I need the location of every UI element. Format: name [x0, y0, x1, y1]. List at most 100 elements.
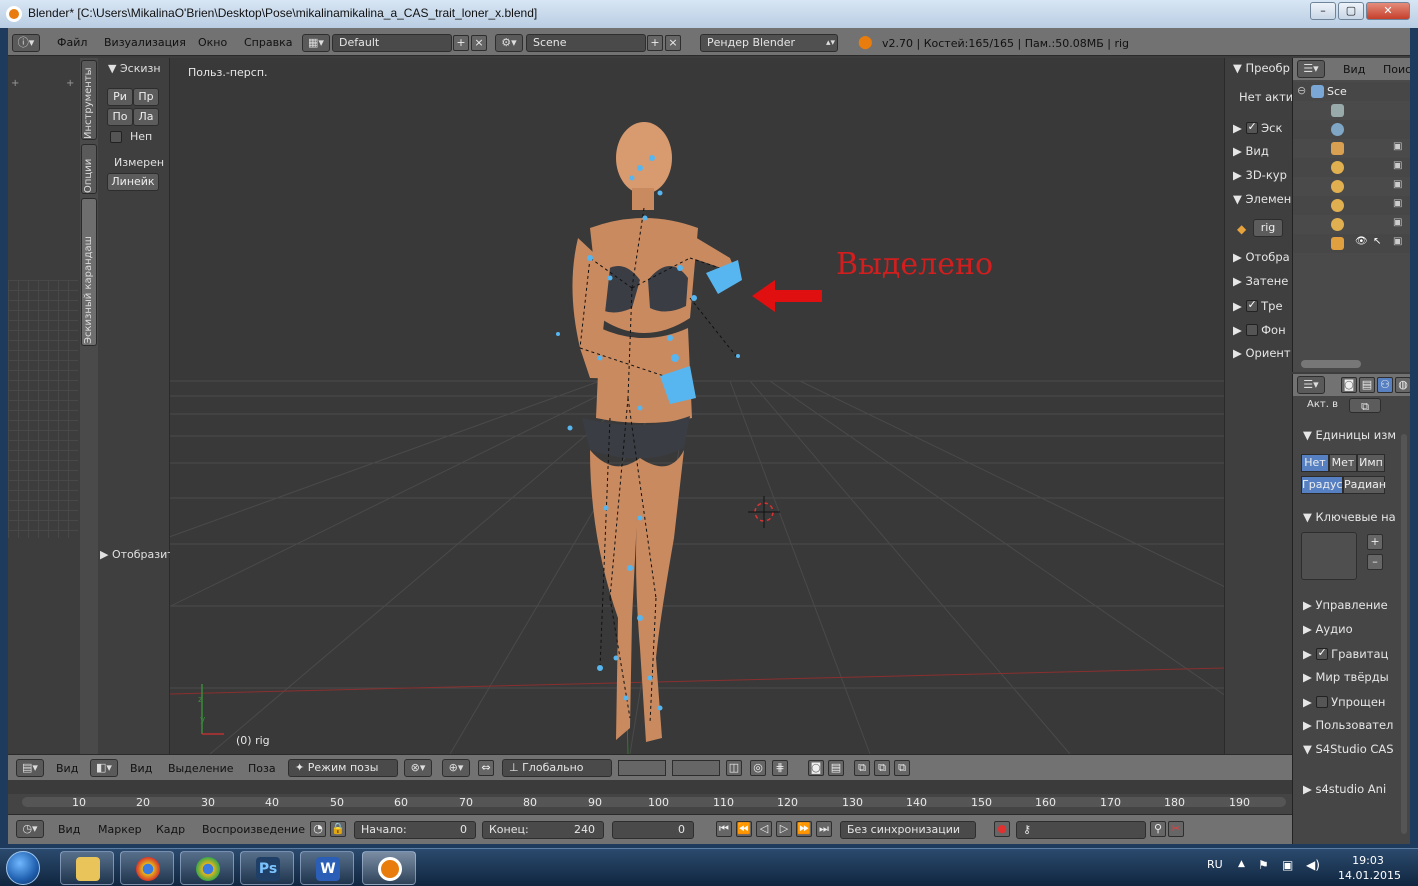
- outliner-lamp-row[interactable]: ▣: [1293, 196, 1410, 215]
- keying-sets-list[interactable]: [1301, 532, 1357, 580]
- editor-type-3dview-icon[interactable]: ▤▾: [16, 759, 44, 777]
- grease-pencil-panel-title[interactable]: ▼ Эскизн: [108, 62, 161, 75]
- add-screen-icon[interactable]: +: [453, 35, 469, 51]
- start-frame-field[interactable]: Начало: 0: [354, 821, 476, 839]
- display-panel[interactable]: ▶ Отобра: [1233, 250, 1290, 264]
- interaction-mode-select[interactable]: ✦ Режим позы: [288, 759, 398, 777]
- snap-icon[interactable]: ⋕: [772, 760, 788, 776]
- keying-sets-panel[interactable]: ▼ Ключевые на: [1303, 510, 1396, 524]
- s4studio-cas-panel[interactable]: ▼ S4Studio CAS: [1303, 742, 1394, 756]
- outliner-scene-row[interactable]: ⊖ Sce: [1293, 82, 1410, 101]
- remove-screen-icon[interactable]: ×: [471, 35, 487, 51]
- proportional-edit-icon[interactable]: ◎: [750, 760, 766, 776]
- timeline-area[interactable]: [8, 780, 1292, 794]
- editor-type-properties-icon[interactable]: ☰▾: [1297, 376, 1325, 394]
- render-toggle-icon[interactable]: ▣: [1393, 160, 1402, 171]
- menu-window[interactable]: Окно: [198, 36, 227, 49]
- color-management-panel[interactable]: ▶ Управление: [1303, 598, 1388, 612]
- minimize-button[interactable]: –: [1310, 2, 1336, 20]
- 3d-cursor-panel[interactable]: ▶ 3D-кур: [1233, 168, 1287, 182]
- play-icon[interactable]: ▷: [776, 821, 792, 837]
- units-none-button[interactable]: Нет: [1301, 454, 1329, 472]
- taskbar-app-photoshop[interactable]: Ps: [240, 851, 294, 885]
- erase-button[interactable]: Ла: [133, 108, 159, 126]
- radians-button[interactable]: Радиан: [1343, 476, 1386, 494]
- render-engine-select[interactable]: Рендер Blender: [700, 34, 838, 52]
- motion-tracking-panel[interactable]: ▶ Тре: [1233, 298, 1283, 313]
- end-frame-field[interactable]: Конец: 240: [482, 821, 604, 839]
- system-clock[interactable]: 19:03 14.01.2015: [1338, 853, 1401, 883]
- current-frame-field[interactable]: 0: [612, 821, 694, 839]
- shading-mode-icon[interactable]: ⊗▾: [404, 759, 432, 777]
- audio-panel[interactable]: ▶ Аудио: [1303, 622, 1353, 636]
- remove-scene-icon[interactable]: ×: [665, 35, 681, 51]
- render-toggle-icon[interactable]: ▣: [1393, 236, 1402, 247]
- editor-type-timeline-icon[interactable]: ◷▾: [16, 820, 44, 838]
- lock-range-icon[interactable]: 🔒: [330, 821, 346, 837]
- ruler-button[interactable]: Линейк: [107, 173, 159, 191]
- plus-icon[interactable]: +: [11, 78, 19, 89]
- start-button[interactable]: [6, 851, 40, 885]
- plus-icon[interactable]: +: [66, 78, 74, 89]
- transform-orientation-select[interactable]: ⊥ Глобально: [502, 759, 612, 777]
- menu-view[interactable]: Вид: [130, 762, 152, 775]
- render-toggle-icon[interactable]: ▣: [1393, 217, 1402, 228]
- units-imperial-button[interactable]: Имп: [1357, 454, 1385, 472]
- render-icon[interactable]: ◙: [808, 760, 824, 776]
- menu-render[interactable]: Визуализация: [104, 36, 186, 49]
- timeline-menu-view[interactable]: Вид: [58, 823, 80, 836]
- continuous-checkbox[interactable]: [110, 131, 122, 143]
- jump-end-icon[interactable]: ⏭: [816, 821, 832, 837]
- render-layers-tab-icon[interactable]: ▤: [1359, 377, 1375, 393]
- manipulator-icon[interactable]: ⇔: [478, 760, 494, 776]
- orientation-panel[interactable]: ▶ Ориент: [1233, 346, 1291, 360]
- paste-flipped-pose-icon[interactable]: ⧉: [894, 760, 910, 776]
- object-name-field[interactable]: rig: [1253, 219, 1283, 237]
- copy-pose-icon[interactable]: ⧉: [854, 760, 870, 776]
- character-figure[interactable]: [556, 122, 742, 742]
- close-button[interactable]: ✕: [1366, 2, 1410, 20]
- jump-keyframe-back-icon[interactable]: ⏪: [736, 821, 752, 837]
- cursor-select-icon[interactable]: ↖: [1373, 236, 1381, 247]
- editor-type-info-icon[interactable]: ⓘ▾: [12, 34, 40, 52]
- maximize-button[interactable]: ▢: [1338, 2, 1364, 20]
- insert-keyframe-icon[interactable]: ⚲: [1150, 821, 1166, 837]
- volume-icon[interactable]: ◀): [1306, 858, 1320, 872]
- menu-help[interactable]: Справка: [244, 36, 292, 49]
- layers-grid[interactable]: [672, 760, 720, 776]
- rigid-body-world-panel[interactable]: ▶ Мир твёрды: [1303, 670, 1389, 684]
- tab-tools[interactable]: Инструменты: [81, 60, 97, 140]
- keying-set-field[interactable]: ⚷: [1016, 821, 1146, 839]
- delete-keyframe-icon[interactable]: ✂: [1168, 821, 1184, 837]
- outliner-lamp-row[interactable]: ▣: [1293, 215, 1410, 234]
- editor-type-outliner-icon[interactable]: ☰▾: [1297, 60, 1325, 78]
- scene-icon[interactable]: ⚙▾: [495, 34, 523, 52]
- grease-pencil-panel[interactable]: ▶ Эск: [1233, 120, 1282, 135]
- editor-type-toggle-icon[interactable]: ◧▾: [90, 759, 118, 777]
- shading-panel[interactable]: ▶ Затене: [1233, 274, 1288, 288]
- scene-field[interactable]: Scene: [526, 34, 646, 52]
- outliner-search-menu[interactable]: Поис: [1383, 63, 1410, 76]
- add-keying-set-icon[interactable]: +: [1367, 534, 1383, 550]
- timeline[interactable]: 10 20 30 40 50 60 70 80 90 100 110 120 1…: [8, 780, 1292, 814]
- layers-grid[interactable]: [618, 760, 666, 776]
- s4studio-anim-panel[interactable]: ▶ s4studio Ani: [1303, 782, 1386, 796]
- record-icon[interactable]: ●: [994, 821, 1010, 837]
- line-button[interactable]: Пр: [133, 88, 159, 106]
- active-camera-field[interactable]: ⧉: [1349, 398, 1381, 413]
- taskbar-app-blender[interactable]: [362, 851, 416, 885]
- taskbar-app-chrome[interactable]: [120, 851, 174, 885]
- screen-layout-field[interactable]: Default: [332, 34, 452, 52]
- menu-view-left[interactable]: Вид: [56, 762, 78, 775]
- lock-layers-icon[interactable]: ◫: [726, 760, 742, 776]
- menu-pose[interactable]: Поза: [248, 762, 276, 775]
- remove-keying-set-icon[interactable]: –: [1367, 554, 1383, 570]
- render-toggle-icon[interactable]: ▣: [1393, 141, 1402, 152]
- tray-expand-icon[interactable]: ▲: [1238, 859, 1245, 869]
- pivot-point-icon[interactable]: ⊕▾: [442, 759, 470, 777]
- taskbar-app-word[interactable]: W: [300, 851, 354, 885]
- outliner-render-layers-row[interactable]: [1293, 101, 1410, 120]
- render-tab-icon[interactable]: ◙: [1341, 377, 1357, 393]
- paste-pose-icon[interactable]: ⧉: [874, 760, 890, 776]
- 3d-viewport[interactable]: z y Польз.-персп. Выделено (0) rig: [170, 58, 1224, 754]
